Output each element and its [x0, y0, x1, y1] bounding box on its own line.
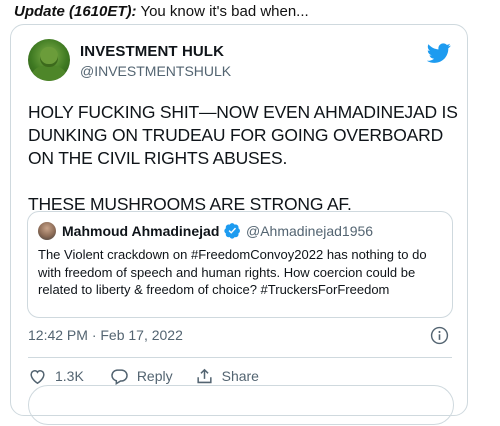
like-button[interactable]: 1.3K [28, 367, 84, 386]
reply-label: Reply [136, 368, 173, 384]
author-handle[interactable]: @INVESTMENTSHULK [80, 63, 231, 79]
quoted-tweet-text: The Violent crackdown on #FreedomConvoy2… [38, 247, 427, 297]
author-avatar[interactable] [28, 39, 70, 81]
share-label: Share [221, 368, 259, 384]
quoted-tweet[interactable]: Mahmoud Ahmadinejad @Ahmadinejad1956 The… [27, 211, 453, 318]
update-line: Update (1610ET): You know it's bad when.… [14, 3, 309, 20]
update-text: You know it's bad when... [140, 3, 309, 20]
avatar-body-shape [32, 65, 66, 81]
info-icon[interactable] [430, 326, 449, 345]
tweet-body: HOLY FUCKING SHIT—NOW EVEN AHMADINEJAD I… [28, 102, 458, 214]
twitter-bird-icon[interactable] [427, 41, 451, 65]
tweet-timestamp[interactable]: 12:42 PM · Feb 17, 2022 [28, 327, 183, 343]
tweet-card[interactable]: INVESTMENT HULK @INVESTMENTSHULK HOLY FU… [10, 24, 468, 425]
reply-button[interactable]: Reply [110, 367, 173, 386]
quoted-author-handle[interactable]: @Ahmadinejad1956 [246, 223, 373, 239]
avatar-face-shape [40, 47, 58, 67]
share-button[interactable]: Share [195, 367, 259, 386]
verified-badge-icon [224, 223, 240, 239]
share-icon [197, 368, 212, 383]
quoted-author-name[interactable]: Mahmoud Ahmadinejad [62, 223, 219, 239]
reply-input-box[interactable] [28, 385, 454, 425]
update-label: Update (1610ET): [14, 3, 137, 20]
like-count: 1.3K [55, 368, 84, 384]
divider [28, 357, 452, 358]
heart-icon [30, 369, 45, 384]
quoted-author-avatar[interactable] [38, 222, 56, 240]
author-name[interactable]: INVESTMENT HULK [80, 43, 224, 60]
reply-bubble-icon [111, 368, 128, 385]
